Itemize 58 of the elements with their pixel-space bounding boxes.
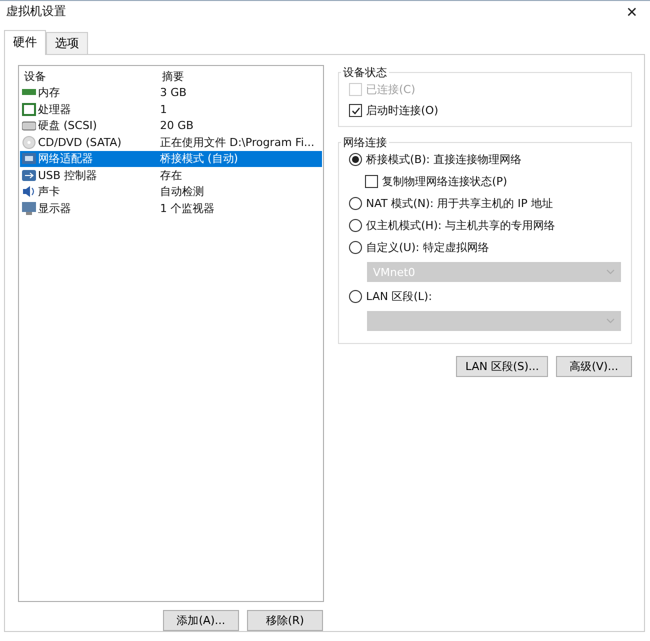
checkbox[interactable] [349,104,362,117]
column-header: 设备 [23,68,47,84]
close-button[interactable]: ✕ [618,2,646,22]
device-row[interactable]: 声卡 自动检测 [20,184,322,200]
device-row[interactable]: 显示器 1 个监视器 [20,200,322,216]
device-name: 网络适配器 [38,151,93,166]
device-row[interactable]: USB 控制器 存在 [20,167,322,184]
disc-icon [22,136,36,149]
tab[interactable]: 选项 [46,32,88,54]
radio-label: NAT 模式(N): 用于共享主机的 IP 地址 [366,196,553,211]
device-name: 内存 [38,85,60,100]
radio-label: 桥接模式(B): 直接连接物理网络 [366,152,522,167]
device-row[interactable]: 网络适配器 桥接模式 (自动) [20,150,322,167]
device-summary: 存在 [160,168,182,183]
device-summary: 20 GB [160,119,194,132]
device-name: USB 控制器 [38,168,98,183]
checkbox-label: 已连接(C) [366,82,416,97]
radio-button[interactable] [349,197,362,210]
device-name: 处理器 [38,102,71,117]
device-summary: 正在使用文件 D:\Program Fi... [160,134,314,150]
group-title: 网络连接 [342,135,388,150]
radio-button[interactable] [349,153,362,166]
network-button[interactable]: LAN 区段(S)... [456,356,548,377]
monitor-icon [22,202,36,215]
tab[interactable]: 硬件 [4,30,46,55]
device-name: 声卡 [38,184,60,200]
checkbox-label: 启动时连接(O) [366,103,438,118]
device-summary: 3 GB [160,86,187,100]
device-name: CD/DVD (SATA) [38,136,122,149]
radio-label: 仅主机模式(H): 与主机共享的专用网络 [366,218,556,233]
radio-button[interactable] [349,241,362,254]
chip-icon [22,102,36,116]
network-button[interactable]: 高级(V)... [556,356,632,377]
device-summary: 1 个监视器 [160,200,214,216]
device-row[interactable]: 硬盘 (SCSI) 20 GB [20,118,322,134]
list-button[interactable]: 移除(R) [247,610,323,631]
radio-label: LAN 区段(L): [366,289,432,304]
chevron-icon [606,269,615,275]
device-row[interactable]: 内存 3 GB [20,84,322,101]
group-title: 设备状态 [342,65,388,80]
device-row[interactable]: CD/DVD (SATA) 正在使用文件 D:\Program Fi... [20,134,322,150]
device-summary: 自动检测 [160,184,204,200]
radio-button[interactable] [349,290,362,303]
device-row[interactable]: 处理器 1 [20,101,322,118]
device-name: 显示器 [38,200,71,216]
checkbox-label: 复制物理网络连接状态(P) [382,174,508,189]
radio-label: 自定义(U): 特定虚拟网络 [366,240,489,255]
device-summary: 桥接模式 (自动) [160,151,238,166]
window-title: 虚拟机设置 [6,3,66,20]
chevron-icon [606,318,615,324]
list-button[interactable]: 添加(A)... [163,610,239,631]
radio-button[interactable] [349,219,362,232]
device-summary: 1 [160,102,167,116]
device-name: 硬盘 (SCSI) [38,118,97,134]
speaker-icon [22,185,36,198]
checkbox[interactable] [365,175,378,188]
column-header: 摘要 [162,68,184,84]
drive-icon [22,119,36,132]
